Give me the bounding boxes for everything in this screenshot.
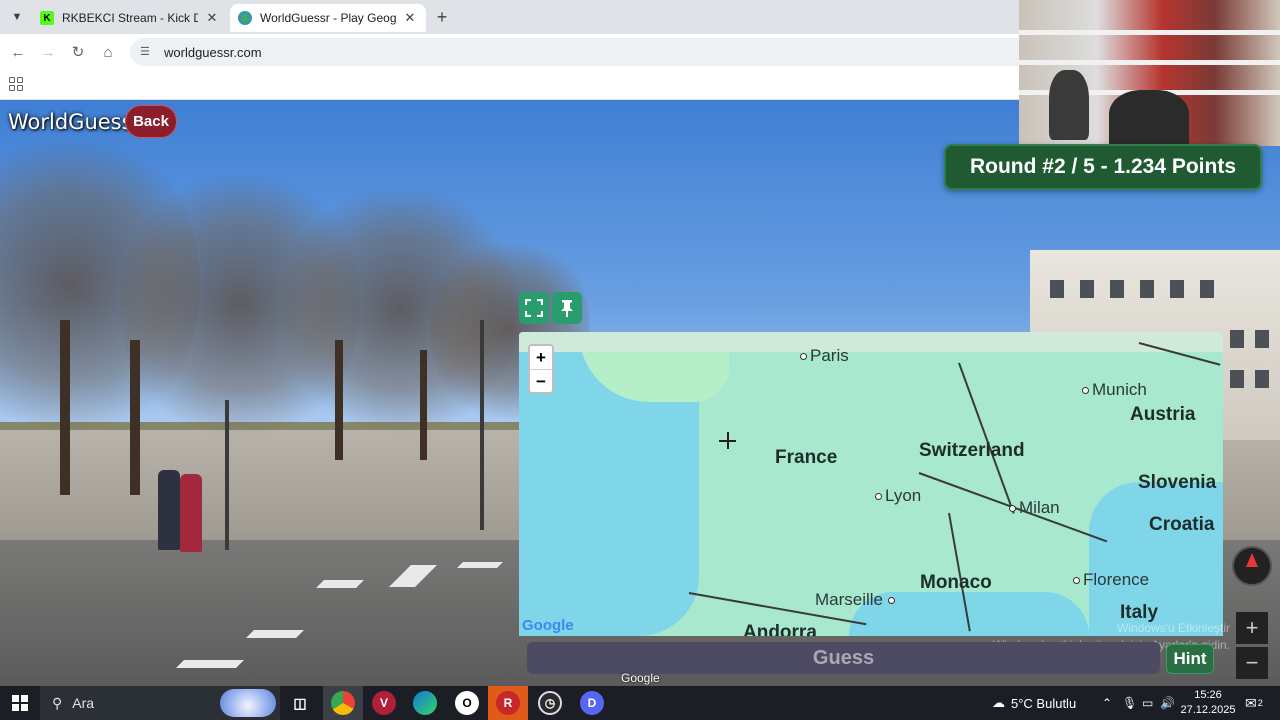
battery-icon[interactable]: ▭ [1142,686,1153,720]
compass-icon[interactable] [1232,546,1272,586]
tree-trunk [420,350,427,460]
round-status-banner: Round #2 / 5 - 1.234 Points [944,144,1262,190]
edge-icon[interactable] [413,691,437,715]
taskbar-search[interactable]: ⚲ Ara [40,686,280,720]
tree-trunk [335,340,343,460]
map-label-florence: Florence [1073,570,1149,590]
map-top-band [519,332,1223,352]
hint-button[interactable]: Hint [1166,644,1214,674]
map-label-france: France [775,447,838,468]
game-app-icon[interactable]: R [496,691,520,715]
volume-icon[interactable]: 🔊 [1160,686,1175,720]
crosswalk-stripe [176,660,244,668]
address-url: worldguessr.com [164,44,262,60]
taskbar-search-placeholder: Ara [72,695,95,711]
map-zoom-in-button[interactable]: + [530,346,552,369]
kick-icon: K [40,11,54,25]
task-view-icon[interactable]: ◫ [288,691,312,715]
map-label-monaco: Monaco [920,572,992,593]
clock-app-icon[interactable]: ◷ [538,691,562,715]
tree-trunk [130,340,140,495]
streamer-webcam-overlay [1019,0,1280,146]
search-icon: ⚲ [52,694,63,711]
close-tab-icon[interactable]: ✕ [204,10,220,26]
map-label-slovenia: Slovenia [1138,472,1217,493]
microphone-icon[interactable]: 🎙 [1122,686,1137,720]
fullscreen-expand-icon[interactable] [519,292,549,324]
tab-title: RKBEKCI Stream - Kick Dashboa [62,11,198,25]
worldguessr-logo: WorldGuessr [8,110,142,134]
tray-chevron-up-icon[interactable]: ⌃ [1102,686,1112,720]
map-zoom-out-button[interactable]: − [530,370,552,393]
valorant-icon[interactable]: V [372,691,396,715]
guess-map[interactable]: Paris France Switzerland Munich Austria … [519,332,1223,636]
map-label-austria: Austria [1130,404,1196,425]
street-view-zoom-out-button[interactable]: − [1236,647,1268,679]
back-button[interactable]: Back [125,105,177,138]
back-arrow-icon[interactable]: ← [8,42,28,62]
new-tab-button[interactable]: + [432,7,452,27]
reload-icon[interactable]: ↻ [68,42,88,62]
pedestrian [158,470,180,550]
crosswalk-stripe [246,630,304,638]
map-label-marseille: Marseille [815,590,898,610]
tab-worldguessr[interactable]: WorldGuessr - Play Geoguessr F ✕ [230,4,426,32]
home-icon[interactable]: ⌂ [98,42,118,62]
crosswalk-stripe [316,580,364,588]
map-label-switzerland: Switzerland [919,440,1025,461]
site-info-icon[interactable]: ☰ [140,45,154,59]
obs-icon[interactable]: O [455,691,479,715]
guess-button[interactable]: Guess [527,642,1160,674]
tab-search-chevron-icon[interactable]: ▼ [8,8,26,26]
close-tab-icon[interactable]: ✕ [402,10,418,26]
map-label-paris: Paris [800,346,849,366]
tab-title: WorldGuessr - Play Geoguessr F [260,11,396,25]
map-label-andorra: Andorra [743,622,817,636]
windows-start-icon[interactable] [12,695,28,711]
windows-taskbar: ⚲ Ara ◫ V O R ◷ D ☁ 5°C Bulutlu ⌃ 🎙 ▭ 🔊 … [0,686,1280,720]
search-highlight-image [220,689,276,717]
map-crosshair-cursor [719,432,736,449]
map-label-lyon: Lyon [875,486,921,506]
discord-icon[interactable]: D [580,691,604,715]
taskbar-clock[interactable]: 15:26 27.12.2025 [1178,688,1238,718]
notification-center-icon[interactable]: ✉ 2 [1245,686,1263,720]
chair [1049,70,1089,140]
traffic-light-pole [225,400,229,550]
apps-grid-icon[interactable] [9,77,23,91]
map-label-milan: Milan [1009,498,1060,518]
streamer-figure [1109,90,1189,146]
map-zoom-control: + − [528,344,554,394]
cloud-icon: ☁ [992,695,1005,710]
chrome-icon[interactable] [331,691,355,715]
weather-text: 5°C Bulutlu [1011,695,1077,711]
address-bar[interactable]: ☰ worldguessr.com [130,38,1030,66]
street-view-zoom-in-button[interactable]: + [1236,612,1268,644]
tab-kick-dashboard[interactable]: K RKBEKCI Stream - Kick Dashboa ✕ [32,4,228,32]
globe-icon [238,11,252,25]
pedestrian [180,474,202,552]
street-view-google-attribution: Google [621,671,660,685]
forward-arrow-icon[interactable]: → [38,42,58,62]
weather-widget[interactable]: ☁ 5°C Bulutlu [992,686,1076,720]
map-label-munich: Munich [1082,380,1147,400]
tree-trunk [60,320,70,495]
google-map-attribution: Google [522,617,574,634]
map-label-croatia: Croatia [1149,514,1215,535]
crosswalk-stripe [457,562,503,568]
pin-map-icon[interactable] [552,292,582,324]
street-lamp [480,320,484,530]
notification-count-badge: 2 [1257,698,1263,708]
